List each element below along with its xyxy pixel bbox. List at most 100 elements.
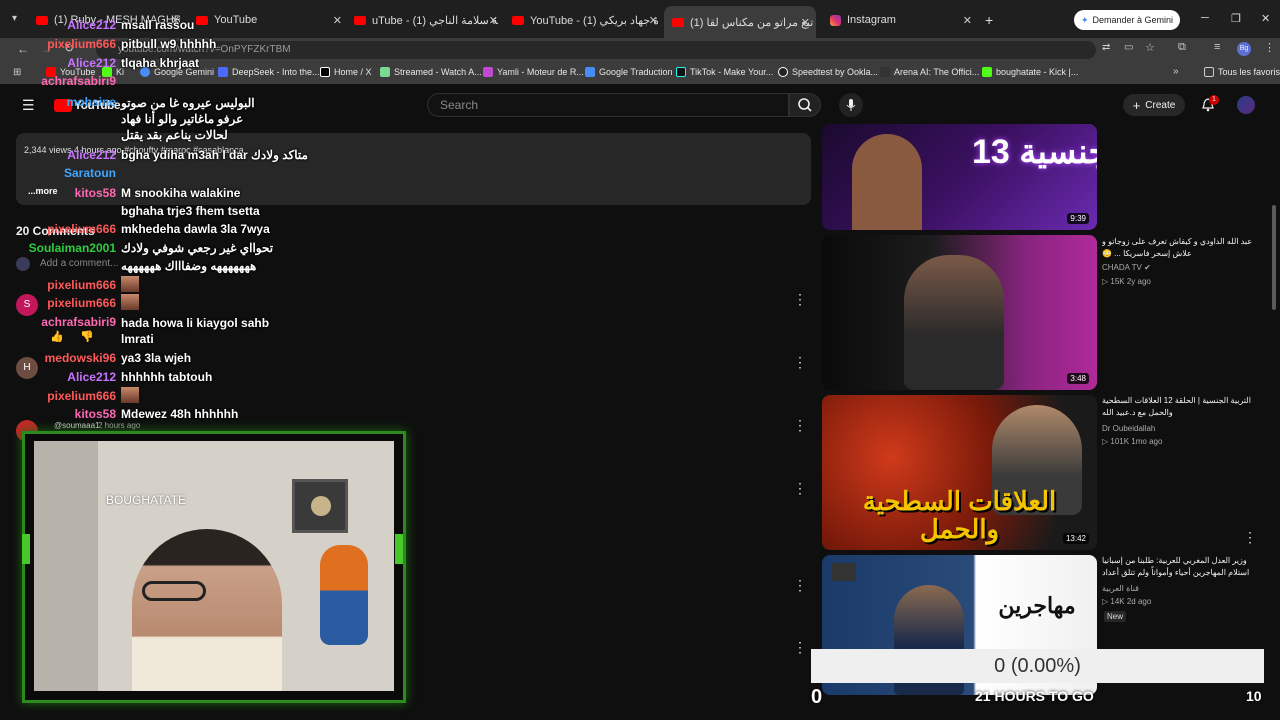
- arena-icon: [880, 67, 890, 77]
- menu-icon[interactable]: ⋮: [1264, 41, 1275, 54]
- channel-name[interactable]: Dr Oubeidallah: [1102, 424, 1155, 433]
- video-title[interactable]: وزير العدل المغربي للعربية: طلبنا من إسب…: [1102, 555, 1262, 579]
- close-icon[interactable]: ✕: [801, 16, 810, 29]
- comment-menu-icon[interactable]: ⋮: [793, 418, 807, 432]
- bookmark-translate[interactable]: Google Traduction: [585, 67, 673, 77]
- all-bookmarks[interactable]: Tous les favoris: [1204, 67, 1280, 77]
- comment-menu-icon[interactable]: ⋮: [793, 355, 807, 369]
- media-icon[interactable]: ≡: [1214, 41, 1220, 53]
- close-icon[interactable]: ✕: [333, 14, 342, 27]
- minimize-icon[interactable]: ─: [1201, 12, 1209, 24]
- channel-name[interactable]: قناة العربية: [1102, 584, 1139, 593]
- bookmark-yamli[interactable]: Yamli - Moteur de R...: [483, 67, 584, 77]
- bookmark-speedtest[interactable]: Speedtest by Ookla...: [778, 67, 878, 77]
- chat-message: msall rassou: [121, 18, 195, 32]
- figurine-image: [320, 545, 368, 645]
- video-title[interactable]: التربية الجنسية | الحلقة 12 العلاقات الس…: [1102, 395, 1262, 419]
- translate-icon[interactable]: ⇄: [1102, 42, 1110, 53]
- tab-search-icon[interactable]: ▾: [12, 13, 17, 24]
- video-meta: 14K 2d ago: [1110, 597, 1152, 606]
- notification-count-badge: 1: [1209, 95, 1219, 105]
- like-icon[interactable]: 👍: [50, 330, 64, 343]
- bookmark-x[interactable]: Home / X: [320, 67, 372, 77]
- extensions-icon[interactable]: ⧉: [1178, 41, 1186, 54]
- chat-username: Alice212: [67, 370, 116, 384]
- comment-handle[interactable]: @soumaaa1: [54, 421, 99, 430]
- bookmark-label: TikTok - Make Your...: [690, 67, 774, 77]
- close-icon[interactable]: ✕: [963, 14, 972, 27]
- comment-menu-icon[interactable]: ⋮: [793, 640, 807, 654]
- comment-avatar: S: [16, 294, 38, 316]
- back-icon[interactable]: ←: [17, 42, 29, 56]
- tab-meknes-active[interactable]: (1) زوج تبع مراتو من مكناس لقا ✕: [664, 6, 816, 38]
- channel-row[interactable]: CHADA TV ✔: [1102, 263, 1151, 272]
- tab-maysa[interactable]: uTube - مايسة سلامة الناجي (1) ✕: [354, 8, 498, 32]
- maximize-icon[interactable]: ❐: [1231, 12, 1241, 25]
- close-icon[interactable]: ✕: [489, 14, 498, 27]
- recommended-thumbnail[interactable]: العلاقات السطحية والحمل 13:42: [822, 395, 1097, 550]
- youtube-icon: [196, 15, 208, 25]
- video-menu-icon[interactable]: ⋮: [1243, 530, 1257, 544]
- mic-icon: [846, 99, 856, 111]
- account-avatar[interactable]: [1237, 96, 1255, 114]
- recommended-thumbnail[interactable]: 3:48: [822, 235, 1097, 390]
- chat-username: Alice212: [67, 56, 116, 70]
- search-button[interactable]: [789, 93, 821, 117]
- cast-icon[interactable]: ▭: [1124, 42, 1133, 53]
- tab-title: YouTube: [214, 14, 258, 26]
- search-placeholder: Search: [440, 98, 479, 112]
- hamburger-icon[interactable]: ☰: [22, 97, 35, 114]
- close-icon[interactable]: ✕: [649, 14, 658, 27]
- comment-avatar: H: [16, 357, 38, 379]
- comment-menu-icon[interactable]: ⋮: [793, 481, 807, 495]
- gemini-button[interactable]: ✦ Demander à Gemini: [1074, 10, 1180, 30]
- comment-menu-icon[interactable]: ⋮: [793, 578, 807, 592]
- bookmark-streamed[interactable]: Streamed - Watch A...: [380, 67, 482, 77]
- comment-menu-icon[interactable]: ⋮: [793, 292, 807, 306]
- chat-message: Mdewez 48h hhhhhh: [121, 407, 239, 421]
- search-icon: [798, 98, 812, 112]
- tab-youtube[interactable]: YouTube ✕: [196, 8, 342, 32]
- dislike-icon[interactable]: 👎: [80, 330, 94, 343]
- tab-title: (1) زوج تبع مراتو من مكناس لقا: [690, 16, 816, 29]
- tab-jihad[interactable]: YouTube - دكتورة جهاد بريكي (1) ✕: [512, 8, 658, 32]
- bookmark-label: Tous les favoris: [1218, 67, 1280, 77]
- alarabiya-logo-icon: [832, 563, 856, 581]
- folder-icon: [1204, 67, 1214, 77]
- video-meta: 15K 2y ago: [1110, 277, 1151, 286]
- window-close-icon[interactable]: ✕: [1261, 12, 1270, 25]
- chat-username: mohsine: [66, 95, 116, 109]
- yamli-icon: [483, 67, 493, 77]
- bookmark-label: Google Traduction: [599, 67, 673, 77]
- bookmark-tiktok[interactable]: TikTok - Make Your...: [676, 67, 773, 77]
- youtube-icon: [512, 15, 524, 25]
- tab-instagram[interactable]: Instagram ✕: [830, 8, 972, 32]
- bookmark-star-icon[interactable]: ☆: [1145, 41, 1155, 54]
- show-more-link[interactable]: ...more: [28, 186, 58, 196]
- create-button[interactable]: + Create: [1123, 94, 1185, 116]
- thumbnail-text: مهاجرين: [998, 593, 1076, 618]
- voice-search-button[interactable]: [839, 93, 863, 117]
- chat-message: البوليس عيروه غا من صوتو عرفو ماغاتير وا…: [121, 96, 255, 142]
- add-comment-input[interactable]: Add a comment...: [40, 258, 118, 269]
- more-bookmarks-icon[interactable]: »: [1173, 66, 1179, 77]
- bookmark-arena[interactable]: Arena AI: The Offici...: [880, 67, 979, 77]
- x-icon: [320, 67, 330, 77]
- youtube-icon: [672, 17, 684, 27]
- recommended-thumbnail[interactable]: الجنسية 13 9:39: [822, 124, 1097, 230]
- chat-message: bghaha trje3 fhem tsetta: [121, 204, 260, 218]
- create-label: Create: [1145, 99, 1176, 111]
- search-input[interactable]: Search: [427, 93, 789, 117]
- apps-grid-icon[interactable]: ⊞: [13, 67, 21, 78]
- page-scrollbar[interactable]: [1272, 205, 1276, 310]
- bookmark-boughatate[interactable]: boughatate - Kick |...: [982, 67, 1078, 77]
- bookmark-deepseek[interactable]: DeepSeek - Into the...: [218, 67, 320, 77]
- frame-accent: [22, 534, 30, 564]
- url-bar[interactable]: youtube.com/watch?v=OnPYFZKrTBM: [96, 41, 1096, 59]
- video-title[interactable]: عبد الله الداودي و كيفاش تعرف على زوجاتو…: [1102, 236, 1262, 260]
- streamed-icon: [380, 67, 390, 77]
- user-avatar: [16, 257, 30, 271]
- goal-value-text: 0 (0.00%): [994, 655, 1081, 677]
- profile-avatar[interactable]: Bg: [1237, 42, 1251, 56]
- new-tab-icon[interactable]: +: [985, 12, 993, 28]
